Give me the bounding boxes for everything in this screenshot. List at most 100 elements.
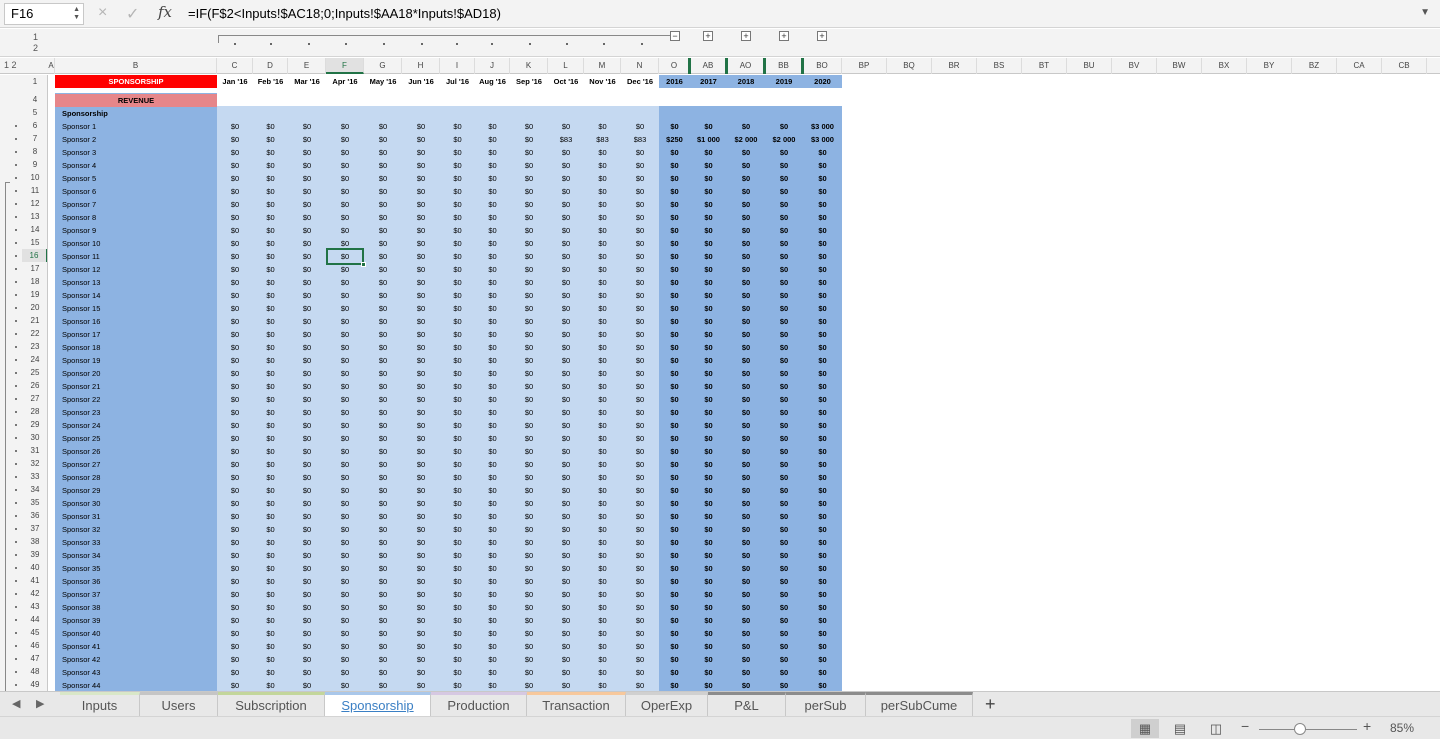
- value-cell[interactable]: $0: [548, 224, 584, 237]
- value-cell[interactable]: $0: [765, 666, 803, 679]
- value-cell[interactable]: $0: [548, 497, 584, 510]
- value-cell[interactable]: $0: [402, 627, 440, 640]
- value-cell[interactable]: $0: [326, 172, 364, 185]
- value-cell[interactable]: $0: [765, 224, 803, 237]
- value-cell[interactable]: $0: [253, 289, 288, 302]
- value-cell[interactable]: $0: [548, 640, 584, 653]
- value-cell[interactable]: $0: [765, 211, 803, 224]
- value-cell[interactable]: $0: [364, 289, 402, 302]
- value-cell[interactable]: $0: [217, 393, 253, 406]
- value-cell[interactable]: $0: [510, 341, 548, 354]
- value-cell[interactable]: $0: [803, 432, 842, 445]
- row-header-45[interactable]: 45: [22, 626, 47, 639]
- value-cell[interactable]: $0: [548, 302, 584, 315]
- column-header-bz[interactable]: BZ: [1292, 58, 1337, 74]
- value-cell[interactable]: $0: [288, 432, 326, 445]
- value-cell[interactable]: $0: [659, 315, 690, 328]
- value-cell[interactable]: $0: [402, 666, 440, 679]
- value-cell[interactable]: $83: [548, 133, 584, 146]
- value-cell[interactable]: $0: [253, 146, 288, 159]
- value-cell[interactable]: $0: [326, 146, 364, 159]
- value-cell[interactable]: $0: [510, 523, 548, 536]
- value-cell[interactable]: $0: [727, 484, 765, 497]
- value-cell[interactable]: $0: [510, 614, 548, 627]
- value-cell[interactable]: $0: [690, 419, 727, 432]
- zoom-level[interactable]: 85%: [1390, 721, 1414, 735]
- value-cell[interactable]: $0: [402, 562, 440, 575]
- value-cell[interactable]: $0: [510, 250, 548, 263]
- value-cell[interactable]: $0: [548, 237, 584, 250]
- value-cell[interactable]: $0: [288, 172, 326, 185]
- value-cell[interactable]: $0: [217, 159, 253, 172]
- row-header-8[interactable]: 8: [22, 145, 47, 158]
- value-cell[interactable]: $0: [440, 640, 475, 653]
- value-cell[interactable]: $0: [440, 276, 475, 289]
- value-cell[interactable]: $0: [584, 679, 621, 691]
- sheet-tab-persub[interactable]: perSub: [786, 692, 866, 716]
- value-cell[interactable]: $0: [402, 328, 440, 341]
- value-cell[interactable]: $0: [621, 380, 659, 393]
- value-cell[interactable]: $0: [475, 328, 510, 341]
- value-cell[interactable]: $0: [727, 406, 765, 419]
- value-cell[interactable]: $0: [690, 627, 727, 640]
- value-cell[interactable]: $0: [548, 627, 584, 640]
- value-cell[interactable]: $0: [510, 354, 548, 367]
- value-cell[interactable]: $0: [288, 458, 326, 471]
- value-cell[interactable]: $0: [475, 224, 510, 237]
- value-cell[interactable]: $0: [621, 562, 659, 575]
- value-cell[interactable]: $2 000: [727, 133, 765, 146]
- value-cell[interactable]: $0: [765, 419, 803, 432]
- row-header-6[interactable]: 6: [22, 119, 47, 132]
- value-cell[interactable]: $0: [765, 328, 803, 341]
- value-cell[interactable]: $0: [765, 471, 803, 484]
- value-cell[interactable]: $0: [253, 302, 288, 315]
- value-cell[interactable]: $0: [803, 302, 842, 315]
- value-cell[interactable]: $0: [621, 354, 659, 367]
- value-cell[interactable]: $0: [548, 588, 584, 601]
- value-cell[interactable]: $0: [548, 276, 584, 289]
- value-cell[interactable]: $0: [690, 458, 727, 471]
- value-cell[interactable]: $0: [803, 315, 842, 328]
- value-cell[interactable]: $0: [326, 640, 364, 653]
- column-header-bu[interactable]: BU: [1067, 58, 1112, 74]
- value-cell[interactable]: $0: [217, 627, 253, 640]
- row-header-3[interactable]: 3: [22, 88, 47, 90]
- value-cell[interactable]: $0: [326, 601, 364, 614]
- value-cell[interactable]: $0: [727, 237, 765, 250]
- value-cell[interactable]: $0: [727, 224, 765, 237]
- value-cell[interactable]: $0: [440, 562, 475, 575]
- value-cell[interactable]: $0: [765, 367, 803, 380]
- value-cell[interactable]: $0: [659, 172, 690, 185]
- column-header-o[interactable]: O: [659, 58, 690, 74]
- value-cell[interactable]: $0: [765, 549, 803, 562]
- value-cell[interactable]: $0: [288, 523, 326, 536]
- row-header-37[interactable]: 37: [22, 522, 47, 535]
- value-cell[interactable]: $0: [475, 354, 510, 367]
- column-header-h[interactable]: H: [402, 58, 440, 74]
- value-cell[interactable]: $0: [475, 497, 510, 510]
- value-cell[interactable]: $0: [659, 445, 690, 458]
- row-header-43[interactable]: 43: [22, 600, 47, 613]
- row-header-12[interactable]: 12: [22, 197, 47, 210]
- value-cell[interactable]: $0: [364, 328, 402, 341]
- value-cell[interactable]: $0: [253, 380, 288, 393]
- value-cell[interactable]: $0: [217, 354, 253, 367]
- value-cell[interactable]: $0: [364, 536, 402, 549]
- value-cell[interactable]: $0: [364, 614, 402, 627]
- zoom-slider[interactable]: [1259, 729, 1357, 730]
- value-cell[interactable]: $0: [548, 341, 584, 354]
- value-cell[interactable]: $0: [510, 237, 548, 250]
- value-cell[interactable]: $0: [326, 159, 364, 172]
- value-cell[interactable]: $0: [803, 393, 842, 406]
- column-header-bo[interactable]: BO: [803, 58, 842, 74]
- value-cell[interactable]: $0: [217, 549, 253, 562]
- value-cell[interactable]: $0: [803, 341, 842, 354]
- value-cell[interactable]: $0: [326, 120, 364, 133]
- value-cell[interactable]: $0: [288, 237, 326, 250]
- value-cell[interactable]: $0: [690, 406, 727, 419]
- value-cell[interactable]: $0: [440, 198, 475, 211]
- row-header-25[interactable]: 25: [22, 366, 47, 379]
- value-cell[interactable]: $0: [548, 575, 584, 588]
- value-cell[interactable]: $0: [326, 536, 364, 549]
- value-cell[interactable]: $0: [217, 536, 253, 549]
